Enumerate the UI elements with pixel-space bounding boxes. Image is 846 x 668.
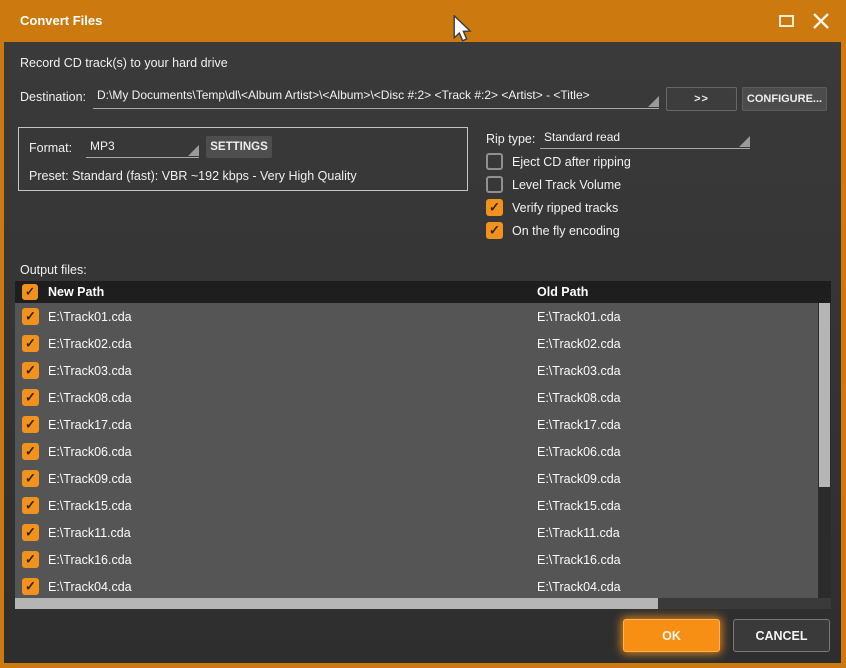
dropdown-triangle-icon[interactable]	[739, 136, 750, 147]
destination-combobox[interactable]: D:\My Documents\Temp\dl\<Album Artist>\<…	[93, 86, 659, 109]
option-checkbox[interactable]	[486, 176, 503, 193]
window-border-left	[0, 42, 4, 668]
old-path-cell: E:\Track02.cda	[537, 337, 621, 351]
option-checkbox[interactable]: ✓	[486, 199, 503, 216]
column-header-old-path[interactable]: Old Path	[537, 281, 588, 303]
new-path-cell: E:\Track02.cda	[48, 337, 132, 351]
format-groupbox: Format: MP3 SETTINGS Preset: Standard (f…	[18, 127, 468, 191]
row-checkbox[interactable]: ✓	[22, 551, 39, 568]
destination-more-button[interactable]: >>	[666, 87, 737, 111]
row-checkbox[interactable]: ✓	[22, 578, 39, 595]
table-row[interactable]: ✓ E:\Track11.cda E:\Track11.cda	[15, 519, 818, 546]
table-row[interactable]: ✓ E:\Track04.cda E:\Track04.cda	[15, 573, 818, 598]
old-path-cell: E:\Track16.cda	[537, 553, 621, 567]
row-checkbox[interactable]: ✓	[22, 443, 39, 460]
row-checkbox[interactable]: ✓	[22, 335, 39, 352]
new-path-cell: E:\Track15.cda	[48, 499, 132, 513]
row-checkbox[interactable]: ✓	[22, 470, 39, 487]
dropdown-triangle-icon[interactable]	[648, 96, 659, 107]
rip-type-combobox[interactable]: Standard read	[540, 128, 750, 149]
intro-text: Record CD track(s) to your hard drive	[20, 56, 228, 70]
table-header-row: ✓ New Path Old Path	[15, 281, 831, 303]
new-path-cell: E:\Track06.cda	[48, 445, 132, 459]
vertical-scrollbar[interactable]	[818, 303, 831, 598]
ok-button[interactable]: OK	[623, 619, 720, 652]
option-checkbox[interactable]: ✓	[486, 222, 503, 239]
settings-button[interactable]: SETTINGS	[206, 136, 272, 158]
row-checkbox[interactable]: ✓	[22, 416, 39, 433]
old-path-cell: E:\Track17.cda	[537, 418, 621, 432]
rip-type-value: Standard read	[540, 128, 750, 147]
horizontal-scrollbar-thumb[interactable]	[15, 598, 658, 609]
maximize-icon[interactable]	[779, 15, 794, 27]
select-all-checkbox[interactable]: ✓	[22, 284, 38, 300]
mouse-cursor-icon	[452, 15, 472, 46]
table-row[interactable]: ✓ E:\Track01.cda E:\Track01.cda	[15, 303, 818, 330]
preset-text: Preset: Standard (fast): VBR ~192 kbps -…	[29, 169, 357, 183]
configure-button[interactable]: CONFIGURE...	[742, 87, 827, 111]
vertical-scrollbar-thumb[interactable]	[819, 303, 830, 487]
table-row[interactable]: ✓ E:\Track06.cda E:\Track06.cda	[15, 438, 818, 465]
new-path-cell: E:\Track01.cda	[48, 310, 132, 324]
window-title: Convert Files	[20, 0, 102, 42]
new-path-cell: E:\Track17.cda	[48, 418, 132, 432]
old-path-cell: E:\Track11.cda	[537, 526, 620, 540]
row-checkbox[interactable]: ✓	[22, 524, 39, 541]
destination-value: D:\My Documents\Temp\dl\<Album Artist>\<…	[93, 86, 659, 105]
window-border-right	[841, 42, 846, 668]
old-path-cell: E:\Track09.cda	[537, 472, 621, 486]
rip-option[interactable]: Eject CD after ripping	[486, 153, 631, 170]
rip-option[interactable]: ✓ Verify ripped tracks	[486, 199, 631, 216]
titlebar[interactable]: Convert Files	[0, 0, 846, 42]
column-header-new-path[interactable]: New Path	[48, 281, 104, 303]
new-path-cell: E:\Track03.cda	[48, 364, 132, 378]
checkbox-label: Eject CD after ripping	[512, 155, 631, 169]
destination-label: Destination:	[20, 90, 86, 104]
old-path-cell: E:\Track08.cda	[537, 391, 621, 405]
table-row[interactable]: ✓ E:\Track09.cda E:\Track09.cda	[15, 465, 818, 492]
old-path-cell: E:\Track04.cda	[537, 580, 621, 594]
output-files-label: Output files:	[20, 263, 87, 277]
row-checkbox[interactable]: ✓	[22, 362, 39, 379]
old-path-cell: E:\Track01.cda	[537, 310, 621, 324]
window-border-bottom	[0, 663, 846, 668]
old-path-cell: E:\Track15.cda	[537, 499, 621, 513]
table-row[interactable]: ✓ E:\Track15.cda E:\Track15.cda	[15, 492, 818, 519]
new-path-cell: E:\Track16.cda	[48, 553, 132, 567]
format-value: MP3	[86, 137, 199, 156]
table-body: ✓ E:\Track01.cda E:\Track01.cda ✓ E:\Track02…	[15, 303, 818, 598]
new-path-cell: E:\Track11.cda	[48, 526, 131, 540]
rip-option[interactable]: ✓ On the fly encoding	[486, 222, 631, 239]
row-checkbox[interactable]: ✓	[22, 497, 39, 514]
convert-files-dialog: Convert Files Record CD track(s) to your…	[0, 0, 846, 668]
checkbox-label: Level Track Volume	[512, 178, 621, 192]
row-checkbox[interactable]: ✓	[22, 308, 39, 325]
table-row[interactable]: ✓ E:\Track08.cda E:\Track08.cda	[15, 384, 818, 411]
close-icon[interactable]	[811, 11, 831, 31]
format-combobox[interactable]: MP3	[86, 137, 199, 158]
old-path-cell: E:\Track03.cda	[537, 364, 621, 378]
output-files-table: ✓ New Path Old Path ✓ E:\Track01.cda E:\Tr…	[15, 281, 831, 598]
horizontal-scrollbar[interactable]	[15, 598, 831, 609]
format-label: Format:	[29, 141, 72, 155]
old-path-cell: E:\Track06.cda	[537, 445, 621, 459]
checkbox-label: Verify ripped tracks	[512, 201, 618, 215]
option-checkbox[interactable]	[486, 153, 503, 170]
table-row[interactable]: ✓ E:\Track03.cda E:\Track03.cda	[15, 357, 818, 384]
dropdown-triangle-icon[interactable]	[188, 145, 199, 156]
new-path-cell: E:\Track09.cda	[48, 472, 132, 486]
table-row[interactable]: ✓ E:\Track02.cda E:\Track02.cda	[15, 330, 818, 357]
checkbox-label: On the fly encoding	[512, 224, 620, 238]
new-path-cell: E:\Track08.cda	[48, 391, 132, 405]
cancel-button[interactable]: CANCEL	[733, 619, 830, 652]
rip-type-label: Rip type:	[486, 132, 535, 146]
rip-options: Eject CD after ripping Level Track Volume…	[486, 153, 631, 239]
table-row[interactable]: ✓ E:\Track17.cda E:\Track17.cda	[15, 411, 818, 438]
rip-option[interactable]: Level Track Volume	[486, 176, 631, 193]
table-row[interactable]: ✓ E:\Track16.cda E:\Track16.cda	[15, 546, 818, 573]
new-path-cell: E:\Track04.cda	[48, 580, 132, 594]
row-checkbox[interactable]: ✓	[22, 389, 39, 406]
